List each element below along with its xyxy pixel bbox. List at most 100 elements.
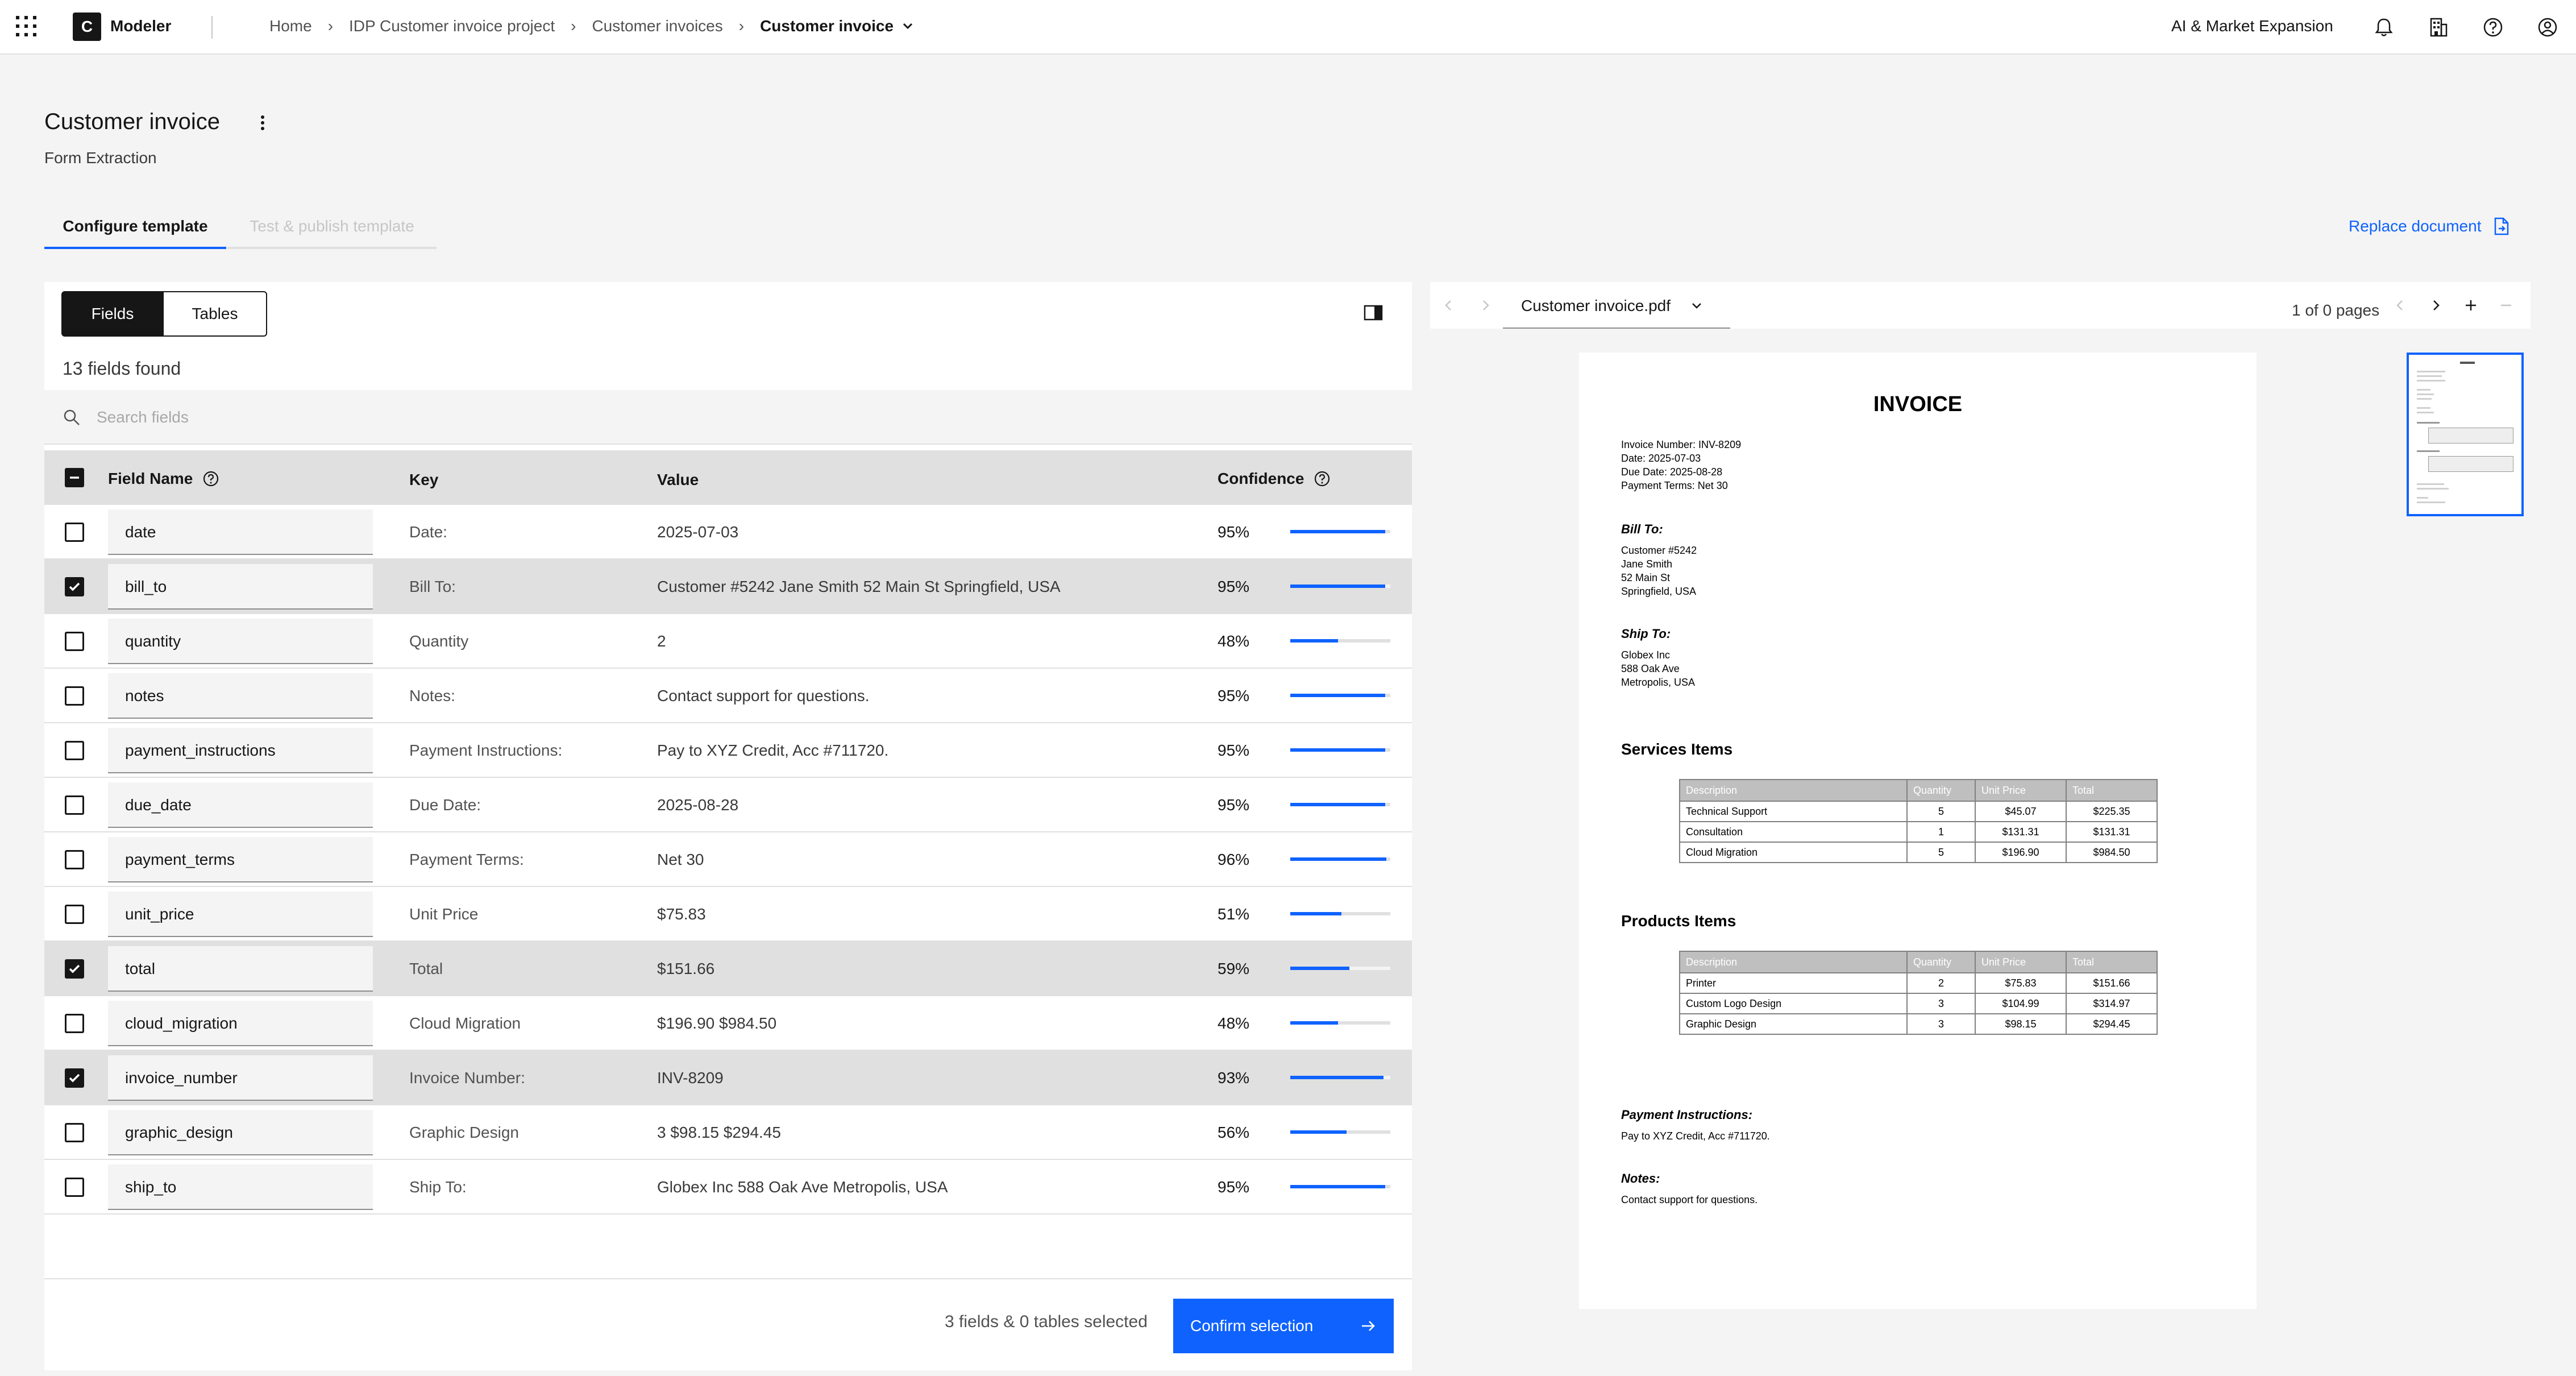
confidence-bar-fill [1290,1130,1347,1134]
confidence-bar [1290,967,1390,970]
field-name-input[interactable]: notes [108,673,373,719]
field-name-input[interactable]: unit_price [108,892,373,937]
breadcrumb-project[interactable]: IDP Customer invoice project [349,17,555,35]
breadcrumb-folder[interactable]: Customer invoices [592,17,722,35]
products-heading: Products Items [1621,912,1736,930]
invoice-meta-line: Payment Terms: Net 30 [1621,480,1728,491]
app-name[interactable]: Modeler [110,17,171,35]
row-checkbox[interactable] [65,1068,84,1088]
confidence-bar [1290,694,1390,697]
confidence-bar [1290,1185,1390,1188]
chevron-right-icon[interactable] [1478,298,1493,313]
field-name-input[interactable]: payment_instructions [108,728,373,773]
help-icon[interactable] [1313,470,1331,488]
notification-icon[interactable] [2371,15,2396,40]
confidence-bar-fill [1290,1185,1386,1188]
field-name-input[interactable]: quantity [108,619,373,664]
row-checkbox[interactable] [65,577,84,596]
table-row[interactable]: cloud_migration Cloud Migration $196.90 $9… [44,996,1412,1051]
row-checkbox[interactable] [65,1014,84,1033]
checkmark-icon [69,1074,80,1083]
page-thumbnail[interactable] [2407,353,2524,516]
chevron-left-icon[interactable] [1441,298,1456,313]
invoice-meta-line: Date: 2025-07-03 [1621,453,1701,464]
column-confidence: Confidence [1218,470,1331,488]
row-checkbox[interactable] [65,632,84,651]
row-checkbox[interactable] [65,1123,84,1142]
table-row[interactable]: payment_instructions Payment Instructions… [44,723,1412,778]
table-row[interactable]: payment_terms Payment Terms: Net 30 96% [44,832,1412,887]
field-name-input[interactable]: invoice_number [108,1055,373,1101]
table-row[interactable]: ship_to Ship To: Globex Inc 588 Oak Ave Me… [44,1160,1412,1215]
field-name-input[interactable]: graphic_design [108,1110,373,1155]
search-fields-input[interactable] [97,403,1376,432]
field-key: Cloud Migration [409,1014,521,1032]
field-name-input[interactable]: due_date [108,782,373,828]
breadcrumb-home[interactable]: Home [269,17,312,35]
breadcrumb-current[interactable]: Customer invoice [760,17,894,35]
row-checkbox[interactable] [65,850,84,869]
table-row[interactable]: notes Notes: Contact support for questions… [44,669,1412,723]
doc-table-cell: $131.31 [2066,821,2158,843]
confirm-selection-button[interactable]: Confirm selection [1173,1299,1394,1353]
field-name-input[interactable]: bill_to [108,564,373,610]
confidence-bar-fill [1290,803,1386,806]
field-key: Bill To: [409,578,456,595]
row-checkbox[interactable] [65,905,84,924]
next-page-icon[interactable] [2428,298,2443,313]
row-checkbox[interactable] [65,741,84,760]
field-name-input[interactable]: ship_to [108,1164,373,1210]
field-key: Quantity [409,632,469,650]
organization-switcher[interactable]: AI & Market Expansion [2171,17,2333,35]
confidence-bar-fill [1290,1076,1383,1079]
confidence-percent: 95% [1218,687,1250,704]
zoom-out-icon[interactable] [2499,298,2513,313]
field-name-input[interactable]: cloud_migration [108,1001,373,1046]
side-panel-toggle-icon[interactable] [1363,304,1383,322]
table-row[interactable]: invoice_number Invoice Number: INV-8209 93% [44,1051,1412,1105]
previous-page-icon[interactable] [2393,298,2408,313]
user-avatar-icon[interactable] [2535,15,2560,40]
row-checkbox[interactable] [65,795,84,815]
row-checkbox[interactable] [65,1178,84,1197]
segment-tables[interactable]: Tables [163,291,267,337]
confidence-bar-fill [1290,639,1339,643]
help-icon[interactable] [2481,15,2506,40]
fields-found-count: 13 fields found [63,358,181,379]
row-checkbox[interactable] [65,959,84,979]
app-logo[interactable]: C [73,13,101,41]
page-count: 1 of 0 pages [2292,301,2380,319]
table-row[interactable]: bill_to Bill To: Customer #5242 Jane Smith… [44,559,1412,614]
field-name-input[interactable]: date [108,509,373,555]
table-row[interactable]: quantity Quantity 2 48% [44,614,1412,669]
tab-configure-template[interactable]: Configure template [44,217,226,249]
table-row[interactable]: unit_price Unit Price $75.83 51% [44,887,1412,942]
row-checkbox[interactable] [65,686,84,706]
field-name-input[interactable]: total [108,946,373,992]
help-icon[interactable] [202,470,220,488]
tab-test-publish-template[interactable]: Test & publish template [227,217,437,249]
app-switcher-icon[interactable] [13,13,40,40]
page-subtitle: Form Extraction [44,149,157,167]
column-field-name-label: Field Name [108,470,193,487]
row-checkbox[interactable] [65,523,84,542]
table-row[interactable]: due_date Due Date: 2025-08-28 95% [44,778,1412,832]
field-name-input[interactable]: payment_terms [108,837,373,882]
replace-document-link[interactable]: Replace document [2349,217,2509,235]
segment-fields[interactable]: Fields [61,291,164,337]
select-all-checkbox[interactable] [65,468,84,487]
table-row[interactable]: total Total $151.66 59% [44,942,1412,996]
file-selector[interactable]: Customer invoice.pdf [1503,284,1730,329]
overflow-menu-icon[interactable] [257,113,268,133]
table-row[interactable]: date Date: 2025-07-03 95% [44,505,1412,559]
zoom-in-icon[interactable] [2463,298,2478,313]
chevron-down-icon[interactable] [901,20,914,32]
payment-instructions-heading: Payment Instructions: [1621,1108,1753,1122]
notes-heading: Notes: [1621,1171,1660,1186]
field-value: INV-8209 [657,1069,724,1087]
table-row[interactable]: graphic_design Graphic Design 3 $98.15 $29… [44,1105,1412,1160]
top-header: C Modeler Home › IDP Customer invoice pr… [0,0,2576,55]
payment-instructions-text: Pay to XYZ Credit, Acc #711720. [1621,1130,1770,1142]
doc-table-cell: $294.45 [2066,1013,2158,1035]
building-icon[interactable] [2426,15,2451,40]
